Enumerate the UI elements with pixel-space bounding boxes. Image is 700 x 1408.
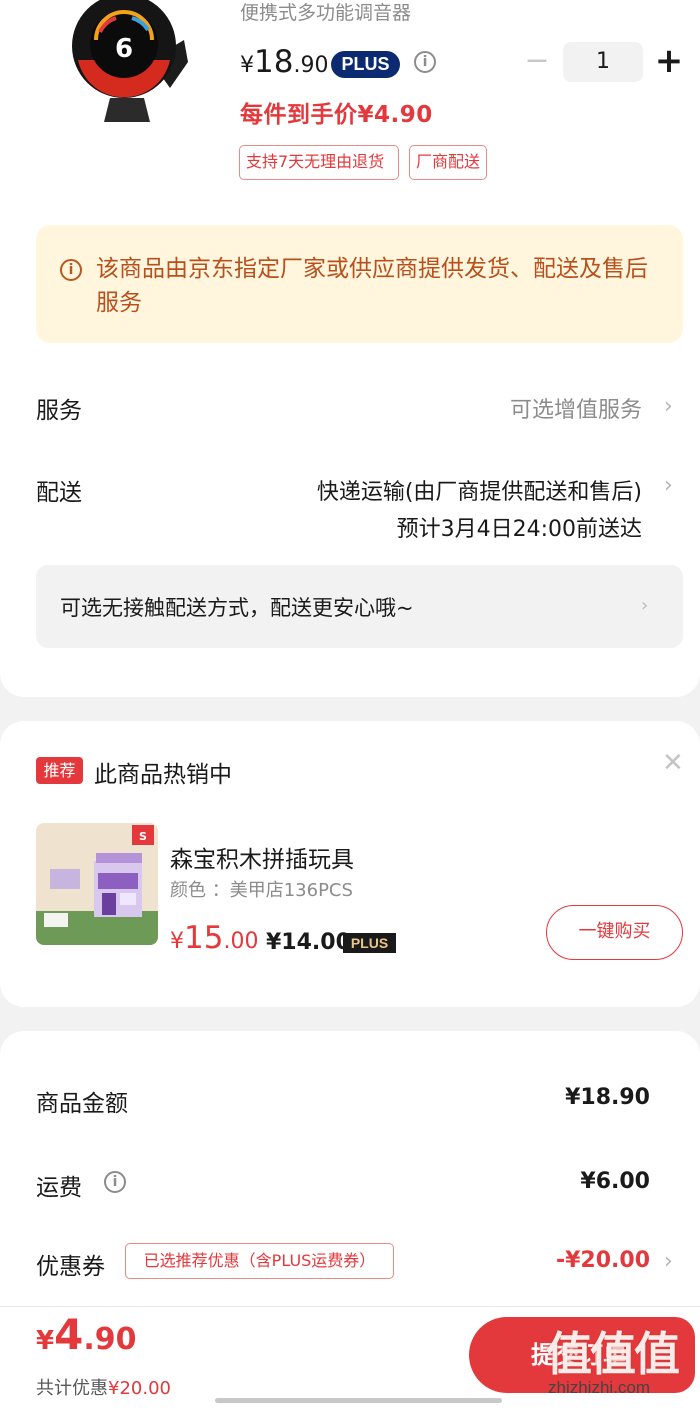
recommend-item-attr: 颜色 ：美甲店136PCS bbox=[170, 880, 353, 901]
shipping-label: 运费 bbox=[36, 1175, 82, 1201]
service-chevron-icon[interactable]: › bbox=[664, 395, 678, 419]
quantity-input[interactable]: 1 bbox=[563, 42, 643, 82]
product-name: 便携式多功能调音器 bbox=[240, 2, 412, 24]
vendor-delivery-tag: 厂商配送 bbox=[409, 145, 487, 180]
delivery-eta: 预计3月4日24:00前送达 bbox=[396, 517, 642, 542]
total-currency: ¥ bbox=[36, 1326, 55, 1356]
notice-info-icon: i bbox=[60, 259, 82, 281]
recommend-plus-badge: PLUS bbox=[343, 933, 396, 953]
recommend-plus-price: ¥14.00 bbox=[266, 930, 351, 955]
rec-price-decimal: .00 bbox=[223, 929, 259, 954]
recommend-card: 推荐 此商品热销中 ✕ S 森宝积木拼插玩具 颜色 ：美甲店136PCS ¥ 1… bbox=[0, 721, 700, 1007]
price-integer: 18 bbox=[254, 44, 294, 80]
service-value[interactable]: 可选增值服务 bbox=[510, 392, 642, 424]
contactless-delivery-option[interactable]: 可选无接触配送方式，配送更安心哦~ › bbox=[36, 565, 683, 648]
contactless-text: 可选无接触配送方式，配送更安心哦~ bbox=[60, 596, 414, 620]
watermark-url: zhizhizhi.com bbox=[548, 1378, 651, 1397]
total-integer: 4 bbox=[54, 1310, 84, 1359]
plus-badge: PLUS bbox=[331, 51, 400, 78]
price-info-icon[interactable]: i bbox=[414, 51, 436, 73]
close-icon[interactable]: ✕ bbox=[662, 749, 684, 777]
total-savings: 共计优惠¥20.00 bbox=[36, 1374, 171, 1400]
svg-text:6: 6 bbox=[115, 34, 133, 64]
shipping-value: ¥6.00 bbox=[580, 1169, 650, 1194]
shipping-info-icon[interactable]: i bbox=[104, 1171, 126, 1193]
recommend-item-price: ¥ 15 .00 bbox=[170, 920, 258, 956]
home-indicator[interactable] bbox=[215, 1398, 502, 1403]
rec-price-integer: 15 bbox=[184, 920, 224, 956]
recommend-tag: 推荐 bbox=[36, 757, 83, 784]
quantity-plus-button[interactable]: + bbox=[654, 44, 684, 78]
unit-final-price: 每件到手价¥4.90 bbox=[240, 102, 433, 128]
service-label: 服务 bbox=[36, 398, 82, 424]
total-decimal: .90 bbox=[83, 1322, 137, 1357]
vendor-notice: i 该商品由京东指定厂家或供应商提供发货、配送及售后服务 bbox=[36, 225, 683, 343]
product-thumbnail[interactable]: 6 bbox=[64, 0, 190, 126]
watermark: 值值值 bbox=[546, 1327, 680, 1381]
total-price: ¥ 4 .90 bbox=[36, 1310, 136, 1359]
price-currency: ¥ bbox=[240, 53, 254, 78]
delivery-label: 配送 bbox=[36, 480, 82, 506]
one-click-buy-button[interactable]: 一键购买 bbox=[546, 905, 683, 960]
rec-price-currency: ¥ bbox=[170, 929, 184, 954]
delivery-method[interactable]: 快递运输(由厂商提供配送和售后) bbox=[317, 474, 642, 506]
recommend-title: 此商品热销中 bbox=[94, 762, 232, 788]
svg-text:S: S bbox=[139, 830, 147, 843]
recommend-item-image[interactable]: S bbox=[36, 823, 158, 945]
product-card: 6 便携式多功能调音器 ¥ 18 .90 PLUS i − 1 + 每件到手价¥… bbox=[0, 0, 700, 697]
return-policy-tag: 支持7天无理由退货 bbox=[239, 145, 399, 180]
recommend-item-name[interactable]: 森宝积木拼插玩具 bbox=[170, 840, 354, 874]
quantity-minus-button[interactable]: − bbox=[524, 46, 550, 76]
goods-amount-label: 商品金额 bbox=[36, 1091, 128, 1117]
coupon-selection-tag[interactable]: 已选推荐优惠（含PLUS运费券） bbox=[125, 1243, 394, 1279]
product-price: ¥ 18 .90 bbox=[240, 44, 328, 80]
contactless-chevron-icon: › bbox=[641, 595, 649, 616]
goods-amount-value: ¥18.90 bbox=[565, 1085, 650, 1110]
coupon-value[interactable]: -¥20.00 bbox=[556, 1248, 650, 1273]
coupon-label: 优惠券 bbox=[36, 1254, 105, 1280]
coupon-chevron-icon[interactable]: › bbox=[664, 1250, 678, 1274]
delivery-chevron-icon[interactable]: › bbox=[664, 474, 678, 498]
savings-label: 共计优惠 bbox=[36, 1378, 108, 1399]
price-decimal: .90 bbox=[293, 53, 329, 78]
savings-value: ¥20.00 bbox=[108, 1378, 171, 1399]
notice-text: 该商品由京东指定厂家或供应商提供发货、配送及售后服务 bbox=[96, 256, 648, 316]
